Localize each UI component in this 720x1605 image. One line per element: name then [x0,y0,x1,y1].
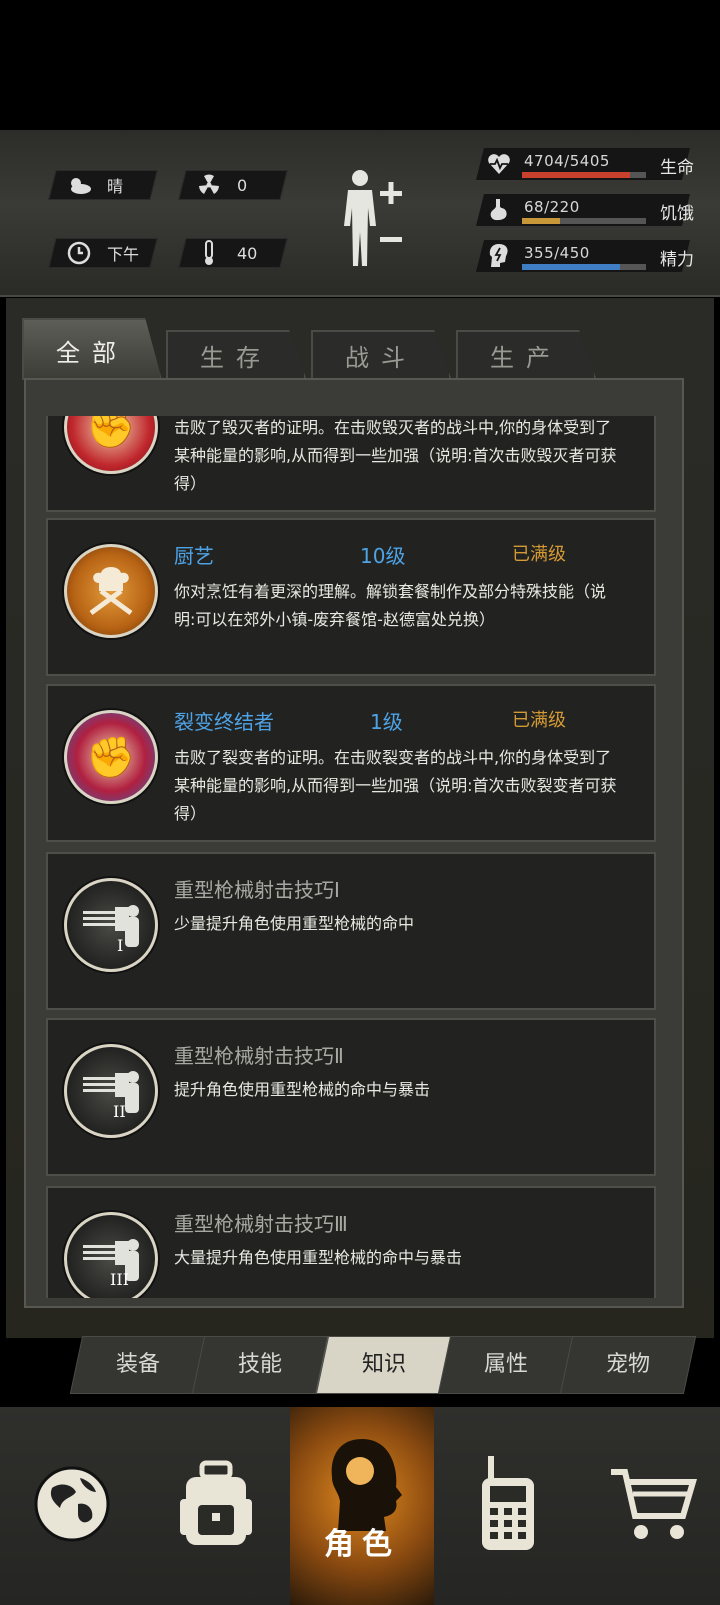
gatling-icon: III [64,1212,158,1298]
card-description: 少量提升角色使用重型枪械的命中 [174,914,415,933]
cart-icon [607,1464,698,1548]
cloud-sun-icon [65,171,93,199]
list-item[interactable]: III 重型枪械射击技巧Ⅲ 大量提升角色使用重型枪械的命中与暴击 [46,1186,656,1298]
character-subtabs: 装备 技能 知识 属性 宠物 [69,1336,697,1394]
temperature-value: 40 [237,243,258,263]
card-description: 击败了裂变者的证明。在击败裂变者的战斗中,你的身体受到了某种能量的影响,从而得到… [174,748,617,823]
card-description: 击败了毁灭者的证明。在击败毁灭者的战斗中,你的身体受到了某种能量的影响,从而得到… [174,418,617,493]
card-max-level: 已满级 [512,544,566,565]
subtab-knowledge[interactable]: 知识 [315,1336,453,1394]
tab-all[interactable]: 全部 [22,318,162,380]
radio-icon [476,1454,540,1558]
temperature-chip: 40 [178,238,288,268]
card-description: 提升角色使用重型枪械的命中与暴击 [174,1080,431,1099]
list-item[interactable]: ✊ 裂变终结者 1级 已满级 击败了裂变者的证明。在击败裂变者的战斗中,你的身体… [46,684,656,842]
list-item[interactable]: II 重型枪械射击技巧Ⅱ 提升角色使用重型枪械的命中与暴击 [46,1018,656,1176]
radiation-value: 0 [237,175,248,195]
subtab-equipment[interactable]: 装备 [69,1336,207,1394]
health-bar: 4704/5405 生命 [476,148,710,180]
hunger-bar: 68/220 饥饿 [476,194,710,226]
bottom-navigation: 角色 [0,1407,720,1605]
nav-character-label: 角色 [324,1527,400,1562]
weather-text: 晴 [107,177,124,196]
status-bar: 晴 0 下午 40 4704/5405 生命 68/220 饥饿 355/450… [0,130,720,297]
tab-combat[interactable]: 战斗 [311,330,451,378]
brain-bolt-icon [486,243,512,269]
list-item[interactable]: I 重型枪械射击技巧Ⅰ 少量提升角色使用重型枪械的命中 [46,852,656,1010]
time-chip: 下午 [48,238,158,268]
globe-icon [32,1464,112,1548]
clock-icon [65,239,93,267]
card-description: 大量提升角色使用重型枪械的命中与暴击 [174,1248,463,1267]
card-level: 1级 [370,710,403,734]
list-item[interactable]: 厨艺 10级 已满级 你对烹饪有着更深的理解。解锁套餐制作及部分特殊技能（说明:… [46,518,656,676]
subtab-pets[interactable]: 宠物 [559,1336,697,1394]
svg-text:III: III [110,1270,129,1287]
knowledge-list[interactable]: ✊ 击败了毁灭者的证明。在击败毁灭者的战斗中,你的身体受到了某种能量的影响,从而… [24,378,684,1308]
backpack-icon [176,1459,256,1553]
subtab-attributes[interactable]: 属性 [437,1336,575,1394]
card-level: 10级 [360,544,406,568]
hunger-value: 68/220 [524,198,580,216]
fist-icon: ✊ [64,710,158,804]
heartbeat-icon [486,151,512,177]
card-title: 重型枪械射击技巧Ⅰ [174,878,340,902]
energy-label: 精力 [660,250,694,270]
svg-text:I: I [117,936,123,953]
card-title: 重型枪械射击技巧Ⅲ [174,1212,348,1236]
nav-shop[interactable] [580,1407,720,1605]
gatling-icon: I [64,878,158,972]
svg-text:II: II [113,1102,126,1119]
card-title: 裂变终结者 [174,710,274,734]
time-text: 下午 [107,245,140,264]
health-label: 生命 [660,158,694,178]
gatling-icon: II [64,1044,158,1138]
chef-icon [64,544,158,638]
weather-chip: 晴 [48,170,158,200]
tab-survival[interactable]: 生存 [166,330,306,378]
stomach-icon [486,197,512,223]
card-max-level: 已满级 [512,710,566,731]
nav-character[interactable]: 角色 [290,1407,434,1605]
hunger-label: 饥饿 [660,204,694,224]
card-title: 厨艺 [174,544,214,568]
energy-bar: 355/450 精力 [476,240,710,272]
knowledge-list-scroll[interactable]: ✊ 击败了毁灭者的证明。在击败毁灭者的战斗中,你的身体受到了某种能量的影响,从而… [46,416,658,1298]
nav-radio[interactable] [436,1407,580,1605]
radiation-chip: 0 [178,170,288,200]
body-figure-icon[interactable] [340,166,410,270]
health-value: 4704/5405 [524,152,610,170]
energy-value: 355/450 [524,244,590,262]
tab-production[interactable]: 生产 [456,330,596,378]
fist-icon: ✊ [64,416,158,474]
list-item[interactable]: ✊ 击败了毁灭者的证明。在击败毁灭者的战斗中,你的身体受到了某种能量的影响,从而… [46,416,656,512]
radiation-icon [195,171,223,199]
subtab-skills[interactable]: 技能 [191,1336,329,1394]
nav-backpack[interactable] [144,1407,288,1605]
nav-map[interactable] [0,1407,144,1605]
card-title: 重型枪械射击技巧Ⅱ [174,1044,344,1068]
thermometer-icon [195,239,223,267]
card-description: 你对烹饪有着更深的理解。解锁套餐制作及部分特殊技能（说明:可以在郊外小镇-废弃餐… [174,582,607,629]
